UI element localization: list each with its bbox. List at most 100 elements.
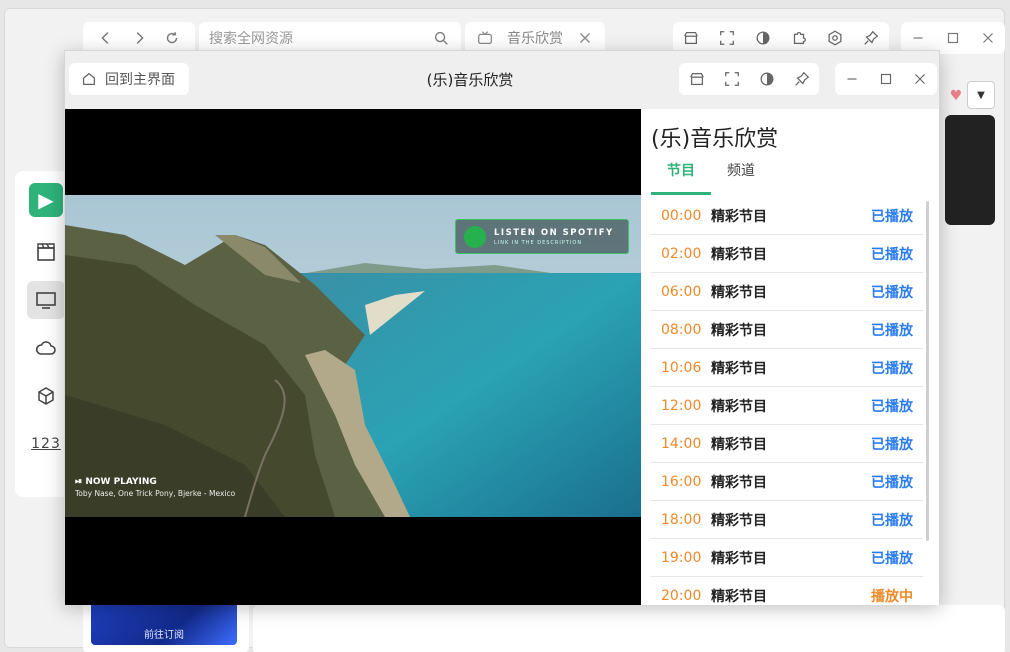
program-status[interactable]: 已播放 (871, 358, 913, 378)
tab-programs[interactable]: 节目 (651, 159, 711, 195)
close-icon[interactable] (978, 28, 998, 48)
spotify-overlay: LISTEN ON SPOTIFY LINK IN THE DESCRIPTIO… (455, 219, 629, 254)
program-name: 精彩节目 (711, 246, 767, 263)
program-time: 18:00 (661, 511, 702, 528)
program-status[interactable]: 已播放 (871, 282, 913, 302)
store-icon[interactable] (681, 28, 701, 48)
numbers-icon[interactable]: 123 (27, 425, 65, 463)
back-icon[interactable] (96, 28, 116, 48)
close-icon[interactable] (910, 69, 930, 89)
subscription-caption: 前往订阅 (144, 630, 184, 641)
app-logo-icon: ▶ (29, 183, 63, 217)
scan-icon[interactable] (717, 28, 737, 48)
tab-label: 音乐欣赏 (507, 31, 563, 47)
program-list-scrollbar[interactable] (926, 201, 929, 541)
player-window-controls (835, 63, 937, 95)
program-name: 精彩节目 (711, 436, 767, 453)
pin-icon[interactable] (861, 28, 881, 48)
spotify-sub-text: LINK IN THE DESCRIPTION (494, 239, 583, 246)
program-row[interactable]: 20:00 精彩节目 播放中 (651, 577, 923, 605)
guide-tabs: 节目 频道 (651, 159, 771, 195)
minimize-icon[interactable] (842, 69, 862, 89)
program-status[interactable]: 已播放 (871, 472, 913, 492)
program-name: 精彩节目 (711, 284, 767, 301)
program-time: 00:00 (661, 207, 702, 224)
now-playing-icon: ⏯ (75, 477, 86, 487)
plugin-icon[interactable] (789, 28, 809, 48)
forward-icon[interactable] (129, 28, 149, 48)
program-time: 06:00 (661, 283, 702, 300)
movie-icon[interactable] (27, 233, 65, 271)
heart-icon[interactable]: ♥ (945, 81, 967, 111)
now-playing-overlay: ⏯ NOW PLAYING Toby Nase, One Trick Pony,… (75, 477, 235, 498)
minimize-icon[interactable] (908, 28, 928, 48)
spotify-main-text: LISTEN ON SPOTIFY (494, 227, 614, 238)
dark-card (945, 115, 995, 225)
refresh-icon[interactable] (162, 28, 182, 48)
video-frame: LISTEN ON SPOTIFY LINK IN THE DESCRIPTIO… (65, 195, 641, 517)
subscription-banner[interactable]: 前往订阅 (91, 599, 237, 645)
program-name: 精彩节目 (711, 512, 767, 529)
program-row[interactable]: 14:00 精彩节目 已播放 (651, 425, 923, 463)
theme-icon[interactable] (757, 69, 777, 89)
program-name: 精彩节目 (711, 322, 767, 339)
program-row[interactable]: 00:00 精彩节目 已播放 (651, 197, 923, 235)
player-window: 回到主界面 (乐)音乐欣赏 LISTEN ON SPOTIFY LINK IN … (64, 50, 940, 605)
program-time: 08:00 (661, 321, 702, 338)
program-time: 10:06 (661, 359, 702, 376)
program-guide: (乐)音乐欣赏 节目 频道 00:00 精彩节目 已播放 02:00 精彩节目 已播放 06… (641, 109, 939, 605)
program-name: 精彩节目 (711, 474, 767, 491)
theme-icon[interactable] (753, 28, 773, 48)
program-row[interactable]: 02:00 精彩节目 已播放 (651, 235, 923, 273)
program-row[interactable]: 18:00 精彩节目 已播放 (651, 501, 923, 539)
program-time: 12:00 (661, 397, 702, 414)
program-time: 14:00 (661, 435, 702, 452)
program-name: 精彩节目 (711, 550, 767, 567)
program-status[interactable]: 已播放 (871, 244, 913, 264)
dropdown-icon[interactable]: ▼ (967, 81, 995, 109)
now-playing-artists: Toby Nase, One Trick Pony, Bjerke - Mexi… (75, 489, 236, 498)
program-time: 16:00 (661, 473, 702, 490)
spotify-icon (464, 225, 486, 248)
program-time: 20:00 (661, 587, 702, 604)
player-titlebar: 回到主界面 (乐)音乐欣赏 (65, 51, 939, 109)
program-name: 精彩节目 (711, 208, 767, 225)
player-toolbar (679, 63, 819, 95)
program-time: 02:00 (661, 245, 702, 262)
scan-icon[interactable] (722, 69, 742, 89)
program-row[interactable]: 06:00 精彩节目 已播放 (651, 273, 923, 311)
now-playing-title: NOW PLAYING (85, 477, 157, 487)
program-time: 19:00 (661, 549, 702, 566)
cloud-icon[interactable] (27, 329, 65, 367)
tv-icon (475, 28, 495, 48)
program-status[interactable]: 已播放 (871, 510, 913, 530)
program-row[interactable]: 12:00 精彩节目 已播放 (651, 387, 923, 425)
close-tab-icon[interactable] (575, 28, 595, 48)
program-status[interactable]: 已播放 (871, 320, 913, 340)
search-placeholder: 搜索全网资源 (209, 31, 293, 47)
program-row[interactable]: 10:06 精彩节目 已播放 (651, 349, 923, 387)
cube-icon[interactable] (27, 377, 65, 415)
maximize-icon[interactable] (943, 28, 963, 48)
store-icon[interactable] (687, 69, 707, 89)
program-row[interactable]: 08:00 精彩节目 已播放 (651, 311, 923, 349)
tab-channels[interactable]: 频道 (711, 159, 771, 195)
program-status[interactable]: 播放中 (871, 586, 913, 606)
program-name: 精彩节目 (711, 360, 767, 377)
content-panel (253, 605, 1005, 652)
maximize-icon[interactable] (876, 69, 896, 89)
video-player[interactable]: LISTEN ON SPOTIFY LINK IN THE DESCRIPTIO… (65, 109, 641, 605)
program-name: 精彩节目 (711, 398, 767, 415)
search-icon[interactable] (431, 28, 451, 48)
program-row[interactable]: 16:00 精彩节目 已播放 (651, 463, 923, 501)
live-tv-icon[interactable] (27, 281, 65, 319)
program-status[interactable]: 已播放 (871, 434, 913, 454)
program-status[interactable]: 已播放 (871, 206, 913, 226)
pin-icon[interactable] (792, 69, 812, 89)
program-status[interactable]: 已播放 (871, 396, 913, 416)
settings-icon[interactable] (825, 28, 845, 48)
program-row[interactable]: 19:00 精彩节目 已播放 (651, 539, 923, 577)
program-list: 00:00 精彩节目 已播放 02:00 精彩节目 已播放 06:00 精彩节目 已播放 08:0… (651, 197, 923, 605)
program-status[interactable]: 已播放 (871, 548, 913, 568)
channel-title: (乐)音乐欣赏 (651, 127, 779, 152)
